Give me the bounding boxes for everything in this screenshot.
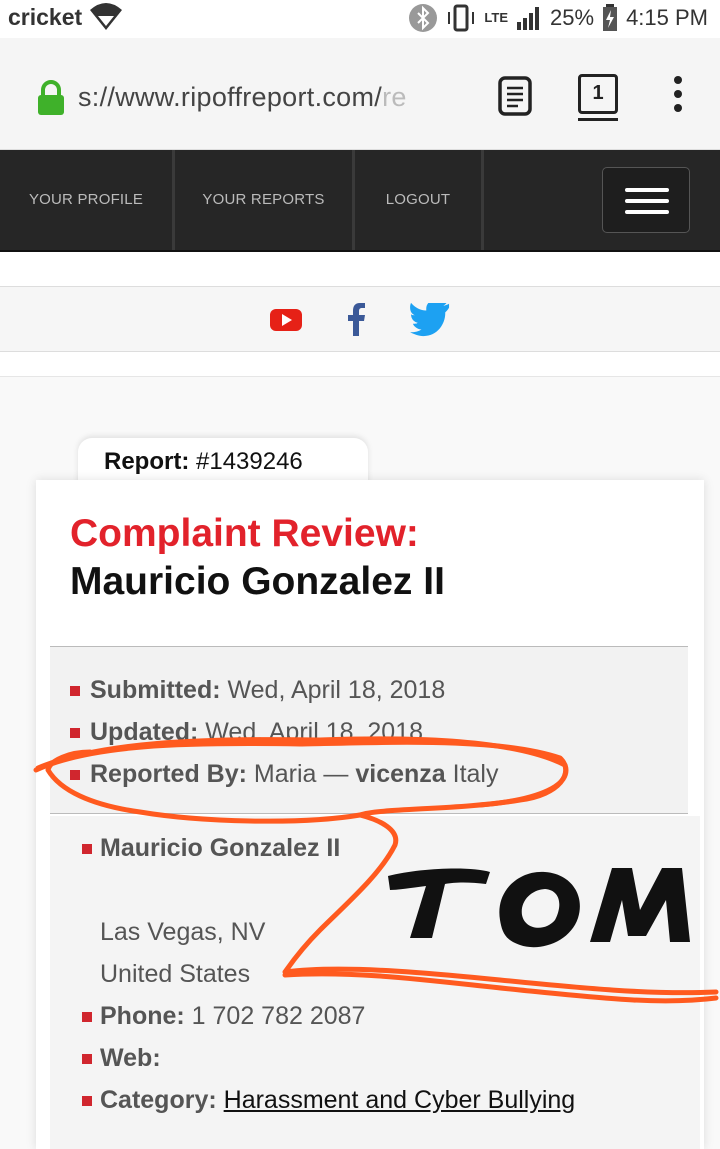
complaint-review-heading: Complaint Review: <box>70 512 419 555</box>
url-text: s://www.ripoffreport.com/ <box>78 82 383 112</box>
battery-charging-icon <box>603 4 618 31</box>
submitted-row: Submitted: Wed, April 18, 2018 <box>90 676 446 704</box>
tab-switcher-underline <box>578 118 618 121</box>
bullet-icon <box>82 844 92 854</box>
clock: 4:15 PM <box>626 5 708 30</box>
bullet-icon <box>70 770 80 780</box>
bullet-icon <box>82 1096 92 1106</box>
reader-mode-icon[interactable] <box>498 76 532 116</box>
report-number: Report: #1439246 <box>104 448 303 475</box>
vibrate-icon <box>448 4 475 32</box>
subject-country: United States <box>100 960 251 988</box>
facebook-icon[interactable] <box>344 303 368 337</box>
page-title: Mauricio Gonzalez II <box>70 560 445 603</box>
url-field[interactable]: s://www.ripoffreport.com/re <box>78 82 470 113</box>
status-bar: cricket LTE 25% 4:15 PM <box>0 0 720 38</box>
bluetooth-icon <box>409 4 438 32</box>
bullet-icon <box>82 1012 92 1022</box>
hamburger-menu-button[interactable] <box>602 167 690 233</box>
social-bar <box>0 286 720 352</box>
youtube-icon[interactable] <box>269 303 303 337</box>
lock-icon <box>38 80 64 115</box>
status-icons: LTE 25% 4:15 PM <box>408 3 708 33</box>
bullet-icon <box>82 1054 92 1064</box>
nav-logout[interactable]: LOGOUT <box>355 150 484 250</box>
browser-toolbar: s://www.ripoffreport.com/re 1 <box>0 38 720 150</box>
web-row: Web: <box>100 1044 161 1072</box>
bullet-icon <box>70 686 80 696</box>
reported-by-row: Reported By: Maria — vicenza Italy <box>90 760 499 788</box>
carrier-name: cricket <box>8 4 83 30</box>
bullet-icon <box>70 728 80 738</box>
signal-icon <box>517 7 540 30</box>
category-link[interactable]: Harassment and Cyber Bullying <box>224 1086 576 1114</box>
tab-switcher-button[interactable]: 1 <box>578 74 618 114</box>
twitter-icon[interactable] <box>410 303 450 337</box>
network-type: LTE <box>484 10 509 25</box>
updated-row: Updated: Wed, April 18, 2018 <box>90 718 424 746</box>
nav-your-reports[interactable]: YOUR REPORTS <box>175 150 355 250</box>
nav-your-profile[interactable]: YOUR PROFILE <box>0 150 175 250</box>
subject-city: Las Vegas, NV <box>100 918 266 946</box>
url-fade-text: re <box>382 82 407 112</box>
wifi-icon <box>90 3 122 30</box>
overflow-menu-icon[interactable] <box>672 76 684 118</box>
site-nav: YOUR PROFILE YOUR REPORTS LOGOUT <box>0 150 720 252</box>
category-row: Category: Harassment and Cyber Bullying <box>100 1086 576 1114</box>
phone-row: Phone: 1 702 782 2087 <box>100 1002 366 1030</box>
subject-name-row: Mauricio Gonzalez II <box>100 834 341 862</box>
battery-percent: 25% <box>550 5 595 30</box>
